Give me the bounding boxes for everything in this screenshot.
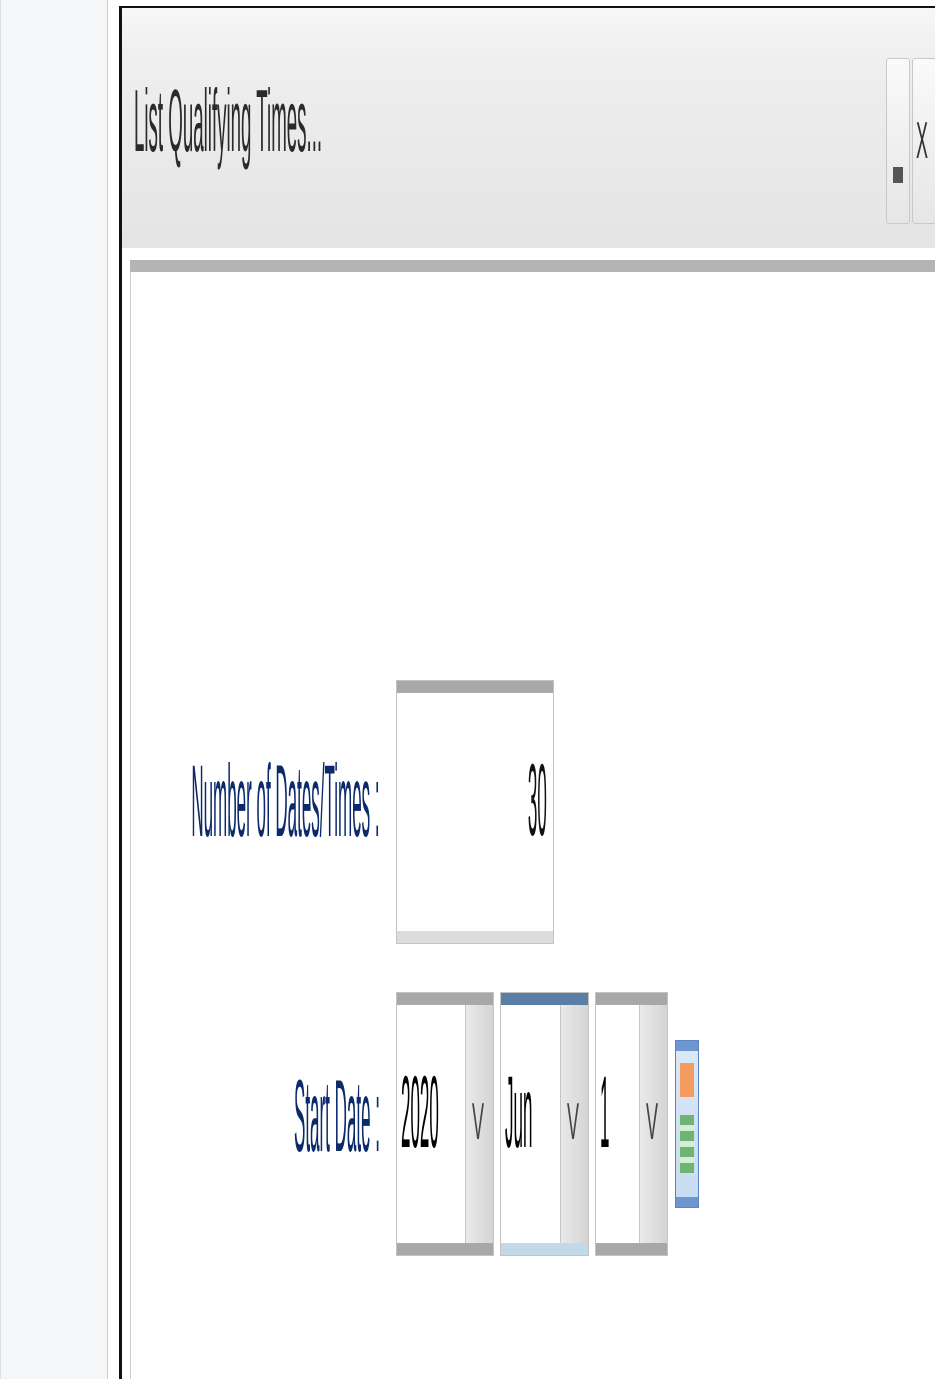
number-of-dates-label: Number of Dates/Times :: [191, 746, 380, 860]
year-value: 2020: [401, 1057, 439, 1171]
dialog-title: List Qualifying Times...: [134, 72, 323, 172]
start-date-label: Start Date :: [294, 1061, 380, 1175]
left-side-panel: [0, 0, 108, 1379]
calendar-icon-header: [676, 1041, 698, 1051]
day-dropdown[interactable]: 1 V: [595, 992, 668, 1256]
calendar-button[interactable]: [675, 1040, 699, 1208]
close-button[interactable]: X: [912, 58, 935, 224]
chevron-down-icon: V: [646, 1095, 659, 1153]
dropdown-bottom-border: [501, 1243, 588, 1255]
month-dropdown[interactable]: Jun V: [500, 992, 589, 1256]
year-dropdown[interactable]: 2020 V: [396, 992, 494, 1256]
title-divider: [130, 260, 935, 272]
day-dropdown-button[interactable]: V: [639, 1005, 667, 1243]
dialog-titlebar[interactable]: List Qualifying Times... X: [122, 8, 935, 248]
dropdown-bottom-border: [596, 1243, 667, 1255]
calendar-icon-footer: [676, 1197, 698, 1207]
list-qualifying-times-dialog: List Qualifying Times... X Number of Dat…: [119, 6, 935, 1379]
month-dropdown-button[interactable]: V: [560, 1005, 588, 1243]
calendar-grid-icon: [680, 1115, 694, 1173]
chevron-down-icon: V: [472, 1095, 485, 1153]
number-of-dates-input[interactable]: 30: [396, 680, 554, 944]
close-icon: X: [916, 114, 929, 172]
month-value: Jun: [505, 1057, 533, 1171]
dropdown-bottom-border: [397, 1243, 493, 1255]
dropdown-top-border: [397, 993, 493, 1005]
input-bottom-border: [397, 931, 553, 943]
dropdown-top-border: [501, 993, 588, 1005]
chevron-down-icon: V: [567, 1095, 580, 1153]
dialog-content: Number of Dates/Times : 30 Start Date : …: [130, 272, 935, 1379]
input-top-border: [397, 681, 553, 693]
number-of-dates-value: 30: [528, 745, 547, 859]
minimize-button[interactable]: [886, 58, 910, 224]
year-dropdown-button[interactable]: V: [465, 1005, 493, 1243]
dropdown-top-border: [596, 993, 667, 1005]
calendar-icon: [680, 1063, 694, 1097]
day-value: 1: [600, 1057, 610, 1171]
minimize-icon: [893, 167, 903, 183]
